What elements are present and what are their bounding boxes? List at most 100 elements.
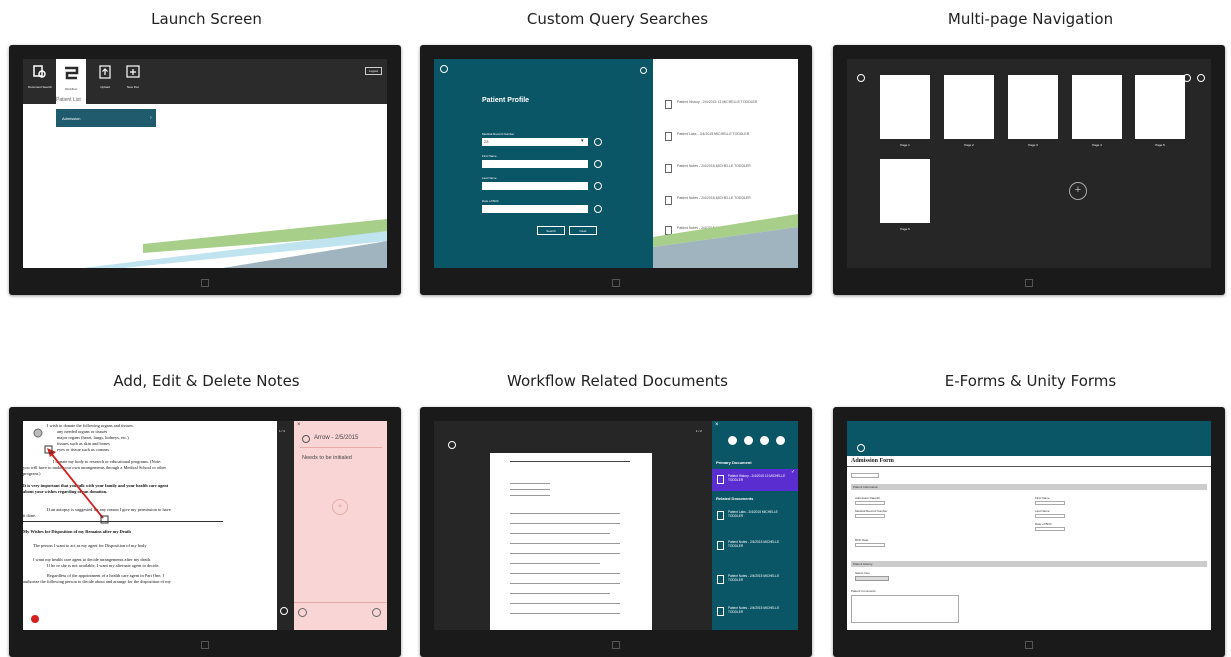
doc-line	[510, 553, 620, 554]
toolbar-icon[interactable]	[776, 436, 785, 445]
page-thumbnail[interactable]	[1072, 75, 1122, 139]
form-field[interactable]	[855, 543, 885, 547]
search-button[interactable]: Search	[537, 226, 565, 235]
related-doc-label: Patient Labs - 2/4/2015 MICHELLE TODDLER	[728, 510, 778, 518]
toolbar-icon[interactable]	[760, 436, 769, 445]
prev-note-icon[interactable]	[298, 608, 307, 617]
page-label: Page 6	[900, 227, 910, 231]
tablet-frame-launch: Document Search Workflow Upload New Doc …	[9, 45, 401, 295]
windows-button[interactable]	[1025, 279, 1033, 287]
related-docs-pane: × Primary Document Patient History - 2/4…	[712, 421, 798, 630]
first-name-input[interactable]	[482, 160, 588, 168]
page-label: Page 2	[964, 143, 974, 147]
document-icon	[717, 541, 724, 550]
add-page-button[interactable]: +	[1069, 182, 1087, 200]
doc-line	[510, 573, 620, 574]
menu-icon[interactable]	[280, 607, 288, 615]
mrn-add-icon[interactable]	[594, 138, 602, 146]
first-name-add-icon[interactable]	[594, 160, 602, 168]
page-thumbnail[interactable]	[1135, 75, 1185, 139]
next-note-icon[interactable]	[372, 608, 381, 617]
page-thumbnail[interactable]	[880, 75, 930, 139]
document-page[interactable]	[490, 453, 652, 630]
related-doc-label: Patient Notes - 2/4/2015 MICHELLE TODDLE…	[728, 540, 780, 548]
page-thumbnail[interactable]	[1008, 75, 1058, 139]
document-icon	[717, 575, 724, 584]
related-doc-item[interactable]: Patient Notes - 2/4/2015 MICHELLE TODDLE…	[712, 535, 798, 555]
history-select[interactable]	[855, 576, 889, 581]
clear-button-label: Clear	[579, 229, 587, 233]
field-label: Admission Date/ID	[855, 496, 880, 500]
form-field[interactable]	[1035, 514, 1065, 518]
back-icon[interactable]	[448, 441, 456, 449]
panel-title-workflow: Workflow Related Documents	[507, 372, 728, 390]
form-field[interactable]	[851, 473, 879, 478]
close-icon[interactable]: ×	[715, 422, 719, 428]
field-label: Birth Date	[855, 538, 869, 542]
note-panel: × Arrow - 2/5/2015 Needs to be initialed…	[294, 421, 387, 630]
page-thumbnail[interactable]	[944, 75, 994, 139]
form-field[interactable]	[855, 501, 885, 505]
mrn-select[interactable]: 23 ▾	[482, 138, 588, 146]
doc-line	[510, 495, 550, 496]
note-divider	[300, 447, 382, 448]
related-doc-label: Patient Notes - 2/4/2015 MICHELLE TODDLE…	[728, 574, 780, 582]
windows-button[interactable]	[612, 641, 620, 649]
decorative-stripes	[653, 214, 798, 268]
doc-line	[510, 513, 620, 514]
page-counter: 1 / 2	[696, 429, 702, 433]
note-text[interactable]: Needs to be initialed	[302, 455, 352, 461]
windows-button[interactable]	[1025, 641, 1033, 649]
section-header-label: Patient Information	[853, 485, 879, 489]
note-back-icon[interactable]	[302, 435, 310, 443]
field-label: Medical Record Number	[855, 509, 888, 513]
related-doc-item[interactable]: Patient Notes - 2/4/2015 MICHELLE TODDLE…	[712, 601, 798, 621]
panel-title-launch: Launch Screen	[151, 10, 262, 28]
query-screen: Patient Profile Medical Record Number 23…	[434, 59, 798, 268]
chevron-down-icon: ▾	[581, 138, 584, 144]
plus-icon: +	[337, 501, 343, 511]
clear-button[interactable]: Clear	[569, 226, 597, 235]
tablet-frame-notes: I wish to donate the following organs an…	[9, 407, 401, 657]
doc-line	[510, 543, 620, 544]
related-doc-item[interactable]: Patient Labs - 2/4/2015 MICHELLE TODDLER	[712, 505, 798, 525]
close-icon[interactable]	[1197, 74, 1205, 82]
field-label: Patient Comments	[851, 589, 876, 593]
notes-screen: I wish to donate the following organs an…	[23, 421, 387, 630]
doc-line	[510, 483, 550, 484]
windows-button[interactable]	[612, 279, 620, 287]
dob-add-icon[interactable]	[594, 205, 602, 213]
form-field[interactable]	[855, 514, 885, 518]
toolbar-icon[interactable]	[728, 436, 737, 445]
page-thumbnail[interactable]	[880, 159, 930, 223]
comments-textarea[interactable]	[851, 595, 959, 623]
field-label: Select One	[855, 571, 870, 575]
last-name-input[interactable]	[482, 182, 588, 190]
toolbar-icon[interactable]	[744, 436, 753, 445]
windows-button[interactable]	[201, 641, 209, 649]
field-label: Date of Birth	[1035, 522, 1052, 526]
close-icon[interactable]	[640, 67, 647, 74]
back-icon[interactable]	[857, 74, 865, 82]
patient-profile-title: Patient Profile	[482, 97, 530, 104]
related-doc-item[interactable]: Patient Notes - 2/4/2015 MICHELLE TODDLE…	[712, 569, 798, 589]
related-docs-header: Related Documents	[716, 496, 754, 501]
add-note-button[interactable]: +	[332, 499, 348, 515]
last-name-add-icon[interactable]	[594, 182, 602, 190]
back-icon[interactable]	[857, 444, 865, 452]
page-counter: 1 / 4	[279, 429, 285, 433]
form-field[interactable]	[1035, 501, 1065, 505]
doc-line	[510, 489, 550, 490]
dob-input[interactable]	[482, 205, 588, 213]
back-icon[interactable]	[440, 65, 448, 73]
field-label: Last Name	[1035, 509, 1050, 513]
eforms-header	[847, 421, 1211, 456]
first-name-label: First Name	[482, 154, 497, 158]
tablet-frame-query: Patient Profile Medical Record Number 23…	[420, 45, 812, 295]
close-icon[interactable]: ×	[297, 422, 301, 428]
form-field[interactable]	[1035, 527, 1065, 531]
primary-doc-item[interactable]: Patient History - 2/4/2015 13 MICHELLE T…	[712, 469, 798, 491]
tablet-frame-workflow: 1 / 2 × Primary Document Patient History…	[420, 407, 812, 657]
page-label: Page 1	[900, 143, 910, 147]
windows-button[interactable]	[201, 279, 209, 287]
